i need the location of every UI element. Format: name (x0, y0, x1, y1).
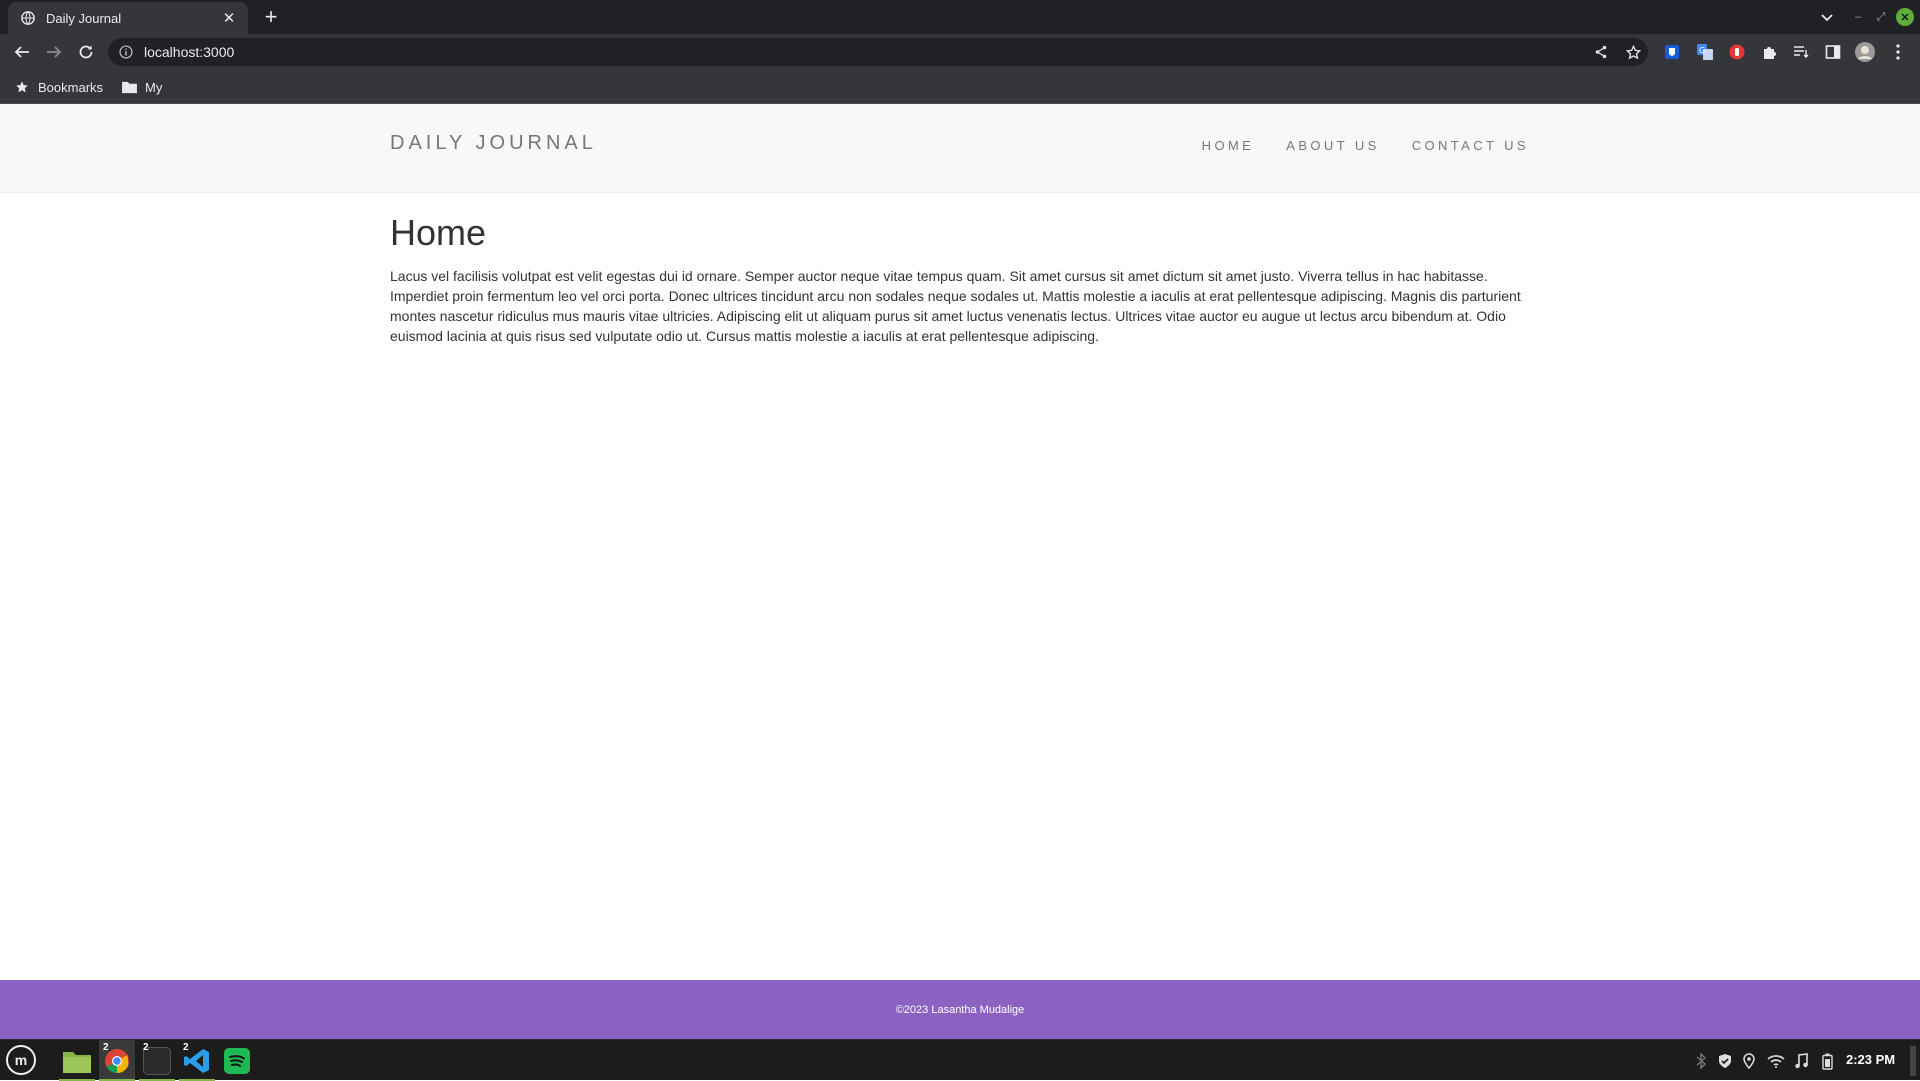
reading-list-icon[interactable] (1791, 42, 1811, 62)
site-brand[interactable]: DAILY JOURNAL (390, 132, 597, 155)
chevron-down-icon[interactable] (1817, 8, 1837, 28)
linux-mint-menu-icon[interactable]: m (6, 1045, 36, 1075)
site-navbar: DAILY JOURNAL HOME ABOUT US CONTACT US (0, 104, 1920, 193)
bookmarks-bar: Bookmarks My (0, 70, 1920, 104)
profile-avatar-icon[interactable] (1855, 42, 1875, 62)
globe-icon (20, 10, 36, 26)
browser-toolbar: localhost:3000 G (0, 34, 1920, 70)
bookmark-label: Bookmarks (38, 79, 104, 95)
page-body-text: Lacus vel facilisis volutpat est velit e… (390, 268, 1521, 344)
bitwarden-extension-icon[interactable] (1662, 42, 1682, 62)
nav-link-about-us[interactable]: ABOUT US (1286, 138, 1379, 153)
main-content: Home Lacus vel facilisis volutpat est ve… (390, 212, 1530, 346)
bookmark-folder-my[interactable]: My (121, 78, 162, 96)
browser-tab-strip: Daily Journal ✕ + – ⤢ ✕ (0, 0, 1920, 34)
taskbar-spotify[interactable] (219, 1040, 255, 1081)
stop-hand-extension-icon[interactable] (1727, 42, 1747, 62)
tab-title: Daily Journal (46, 10, 122, 26)
spotify-icon (223, 1047, 251, 1075)
bookmark-label: My (145, 79, 163, 95)
side-panel-icon[interactable] (1823, 42, 1843, 62)
reload-icon[interactable] (74, 40, 98, 64)
page-viewport: DAILY JOURNAL HOME ABOUT US CONTACT US H… (0, 104, 1920, 1039)
battery-icon[interactable] (1818, 1052, 1836, 1070)
maximize-window-button[interactable]: ⤢ (1872, 8, 1890, 26)
os-taskbar: m 2 2 2 2:23 PM (0, 1039, 1920, 1081)
shield-icon[interactable] (1716, 1052, 1734, 1070)
browser-tab[interactable]: Daily Journal ✕ (8, 2, 248, 34)
minimize-window-button[interactable]: – (1849, 8, 1867, 26)
taskbar-clock[interactable]: 2:23 PM (1846, 1052, 1895, 1067)
show-desktop-button[interactable] (1910, 1046, 1916, 1076)
new-tab-button[interactable]: + (259, 5, 283, 29)
footer-copyright: ©2023 Lasantha Mudalige (895, 1003, 1025, 1016)
site-footer: ©2023 Lasantha Mudalige (0, 980, 1920, 1039)
bookmarks-menu-item[interactable]: Bookmarks (14, 78, 103, 96)
wifi-icon[interactable] (1767, 1052, 1785, 1070)
bookmark-star-icon[interactable] (1622, 41, 1644, 63)
close-tab-icon[interactable]: ✕ (220, 9, 238, 27)
taskbar-chrome[interactable]: 2 (99, 1040, 135, 1081)
music-note-icon[interactable] (1792, 1052, 1810, 1070)
location-pin-icon[interactable] (1740, 1052, 1758, 1070)
puzzle-extensions-icon[interactable] (1759, 42, 1779, 62)
address-bar[interactable]: localhost:3000 (108, 38, 1648, 66)
taskbar-vscode[interactable]: 2 (179, 1040, 215, 1081)
nav-link-home[interactable]: HOME (1202, 138, 1255, 153)
nav-links: HOME ABOUT US CONTACT US (1202, 138, 1529, 153)
taskbar-terminal[interactable]: 2 (139, 1040, 175, 1081)
bluetooth-icon[interactable] (1692, 1052, 1710, 1070)
more-menu-icon[interactable] (1888, 42, 1908, 62)
svg-text:G: G (1699, 46, 1705, 55)
star-icon (14, 79, 30, 95)
close-window-button[interactable]: ✕ (1896, 8, 1914, 26)
info-icon[interactable] (118, 44, 134, 60)
back-arrow-icon[interactable] (10, 40, 34, 64)
url-text: localhost:3000 (144, 44, 235, 60)
share-icon[interactable] (1590, 41, 1612, 63)
translate-extension-icon[interactable]: G (1695, 42, 1715, 62)
nav-link-contact-us[interactable]: CONTACT US (1412, 138, 1529, 153)
files-folder-icon (63, 1047, 91, 1075)
forward-arrow-icon[interactable] (42, 40, 66, 64)
taskbar-files[interactable] (59, 1040, 95, 1081)
page-title: Home (390, 212, 487, 253)
folder-icon (121, 79, 137, 95)
